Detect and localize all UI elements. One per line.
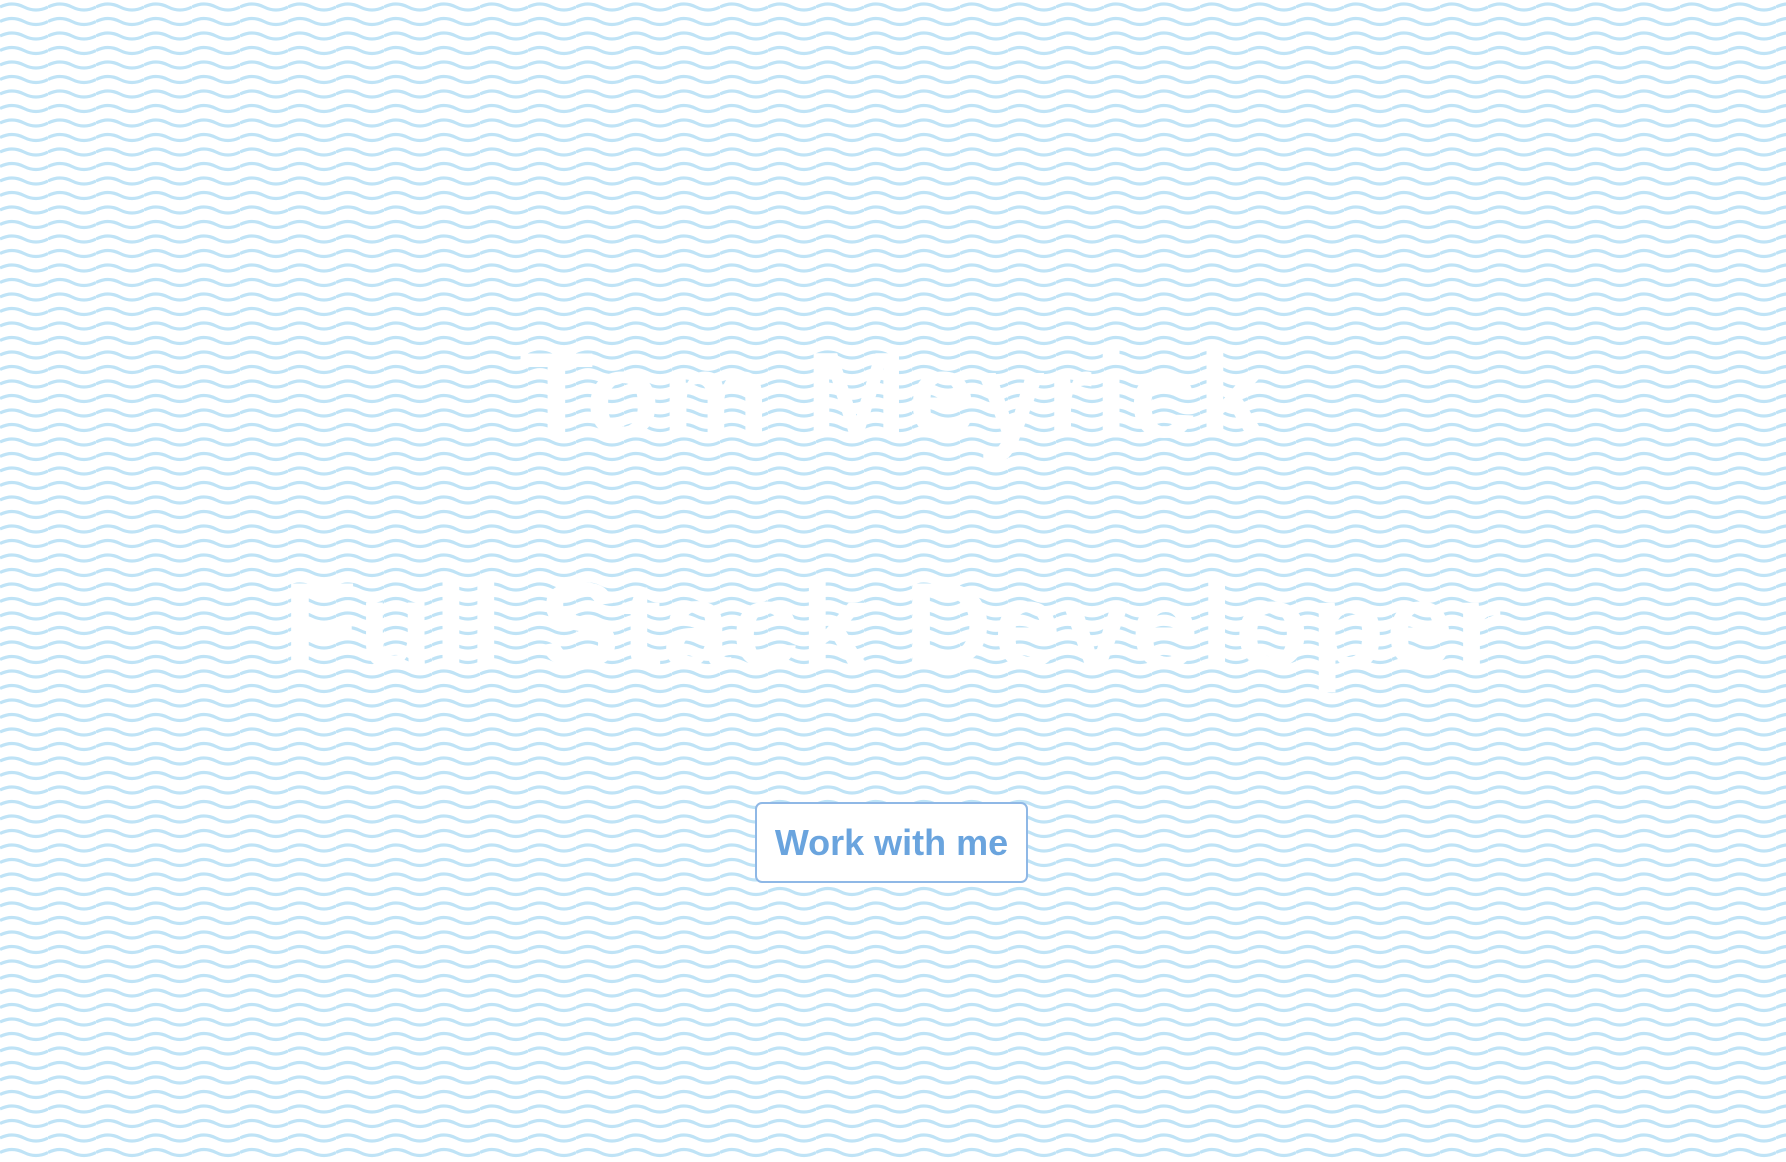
work-with-me-button[interactable]: Work with me [755, 802, 1028, 883]
hero-role-heading: Full Stack Developer [282, 557, 1504, 693]
hero-section: Tom Meyrick Full Stack Developer Work wi… [0, 0, 1786, 1162]
hero-name-heading: Tom Meyrick [519, 327, 1267, 463]
